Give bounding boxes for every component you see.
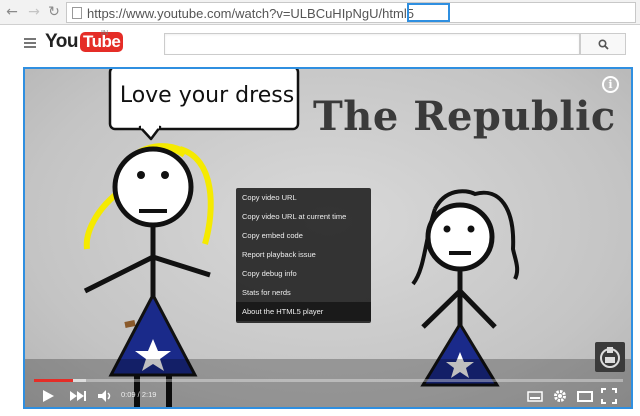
hamburger-menu-icon[interactable] (24, 38, 36, 48)
logo-you-text: You (45, 31, 78, 52)
flask-logo-icon (600, 347, 620, 368)
url-highlight-box (407, 3, 450, 22)
menu-item-copy-url-time[interactable]: Copy video URL at current time (236, 207, 371, 226)
next-icon[interactable] (69, 388, 87, 404)
video-player[interactable]: Love your dress The Republic i Copy vide… (25, 69, 631, 407)
progress-bar[interactable] (34, 379, 623, 382)
back-arrow-icon[interactable]: ← (4, 4, 20, 20)
search-button[interactable] (580, 33, 626, 55)
volume-icon[interactable] (97, 388, 115, 404)
info-icon[interactable]: i (602, 76, 619, 93)
address-bar[interactable]: https://www.youtube.com/watch?v=ULBCuHIp… (66, 2, 636, 23)
menu-item-copy-debug[interactable]: Copy debug info (236, 264, 371, 283)
channel-watermark[interactable] (595, 342, 625, 372)
context-menu: Copy video URL Copy video URL at current… (236, 188, 371, 323)
video-title-art: The Republic (313, 93, 616, 140)
menu-item-copy-embed[interactable]: Copy embed code (236, 226, 371, 245)
search-input[interactable] (164, 33, 580, 55)
menu-item-about-player[interactable]: About the HTML5 player (236, 302, 371, 321)
progress-played (34, 379, 74, 382)
right-stick-figure (411, 189, 520, 387)
search-icon (598, 39, 609, 50)
play-icon[interactable] (41, 388, 55, 404)
region-label: IN (101, 30, 108, 37)
speech-bubble-text: Love your dress (119, 83, 295, 108)
reload-icon[interactable]: ↻ (46, 4, 62, 20)
menu-item-report-issue[interactable]: Report playback issue (236, 245, 371, 264)
settings-gear-icon[interactable] (552, 388, 568, 404)
captions-icon[interactable] (527, 388, 543, 404)
fullscreen-icon[interactable] (601, 388, 617, 404)
url-text[interactable]: https://www.youtube.com/watch?v=ULBCuHIp… (87, 6, 414, 21)
menu-item-copy-url[interactable]: Copy video URL (236, 188, 371, 207)
browser-toolbar: ← → ↻ https://www.youtube.com/watch?v=UL… (0, 0, 640, 25)
forward-arrow-icon[interactable]: → (26, 4, 42, 20)
time-display: 0:09 / 2:19 (121, 390, 157, 399)
page-icon (72, 7, 82, 19)
theater-mode-icon[interactable] (576, 388, 594, 404)
menu-item-stats[interactable]: Stats for nerds (236, 283, 371, 302)
